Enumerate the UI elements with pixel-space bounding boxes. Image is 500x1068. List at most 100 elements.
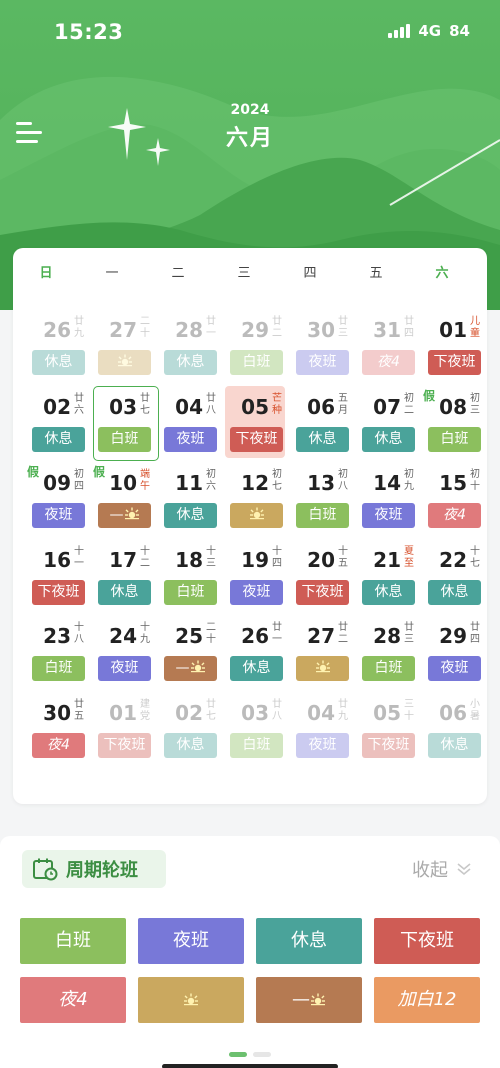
calendar-day-cell[interactable]: 13 初八 白班 [283,463,349,539]
lunar-date: 建党 [140,698,150,722]
shift-badge: 下夜班 [32,579,85,605]
calendar-day-cell[interactable]: 02 廿七 休息 [151,693,217,769]
shift-panel: 周期轮班 收起 白班 夜班 休息 下夜班夜4 — 加白12 [0,836,500,1068]
collapse-label: 收起 [412,860,448,881]
day-number: 12 [241,471,269,495]
calendar-day-cell[interactable]: 04 廿八 夜班 [151,387,217,463]
calendar-day-cell[interactable]: 02 廿六 休息 [19,387,85,463]
calendar-day-cell[interactable]: 01 儿童 下夜班 [415,310,481,386]
lunar-date: 廿八 [272,698,282,722]
shift-badge: 下夜班 [296,579,349,605]
lunar-date: 小暑 [470,698,480,722]
shift-badge [296,656,349,681]
shift-button[interactable]: — [256,977,362,1023]
calendar-day-cell[interactable]: 15 初十 夜4 [415,463,481,539]
calendar-day-cell[interactable]: 03 廿八 白班 [217,693,283,769]
lunar-date: 芒种 [272,392,282,416]
battery-label: 84 [449,22,470,40]
calendar-day-cell[interactable]: 04 廿九 夜班 [283,693,349,769]
calendar-day-cell[interactable]: 30 廿三 夜班 [283,310,349,386]
calendar-day-cell[interactable]: 16 十一 下夜班 [19,540,85,616]
calendar-day-cell[interactable]: 03 廿七 白班 [85,385,159,463]
calendar-day-cell[interactable]: 11 初六 休息 [151,463,217,539]
weekday-label: 四 [303,266,317,281]
calendar-day-cell[interactable]: 17 十二 休息 [85,540,151,616]
calendar-day-cell[interactable]: 假 09 初四 夜班 [19,463,85,539]
calendar-day-cell[interactable]: 28 廿三 白班 [349,616,415,692]
weekday-label: 五 [369,266,383,281]
day-number: 31 [373,318,401,342]
lunar-date: 廿一 [272,622,282,645]
lunar-date: 初七 [272,469,282,492]
calendar-clock-icon [33,858,58,881]
calendar-day-cell[interactable]: 25 二十 — [151,616,217,692]
lunar-date: 十四 [272,545,282,569]
calendar-day-cell[interactable]: 24 十九 夜班 [85,616,151,692]
shift-button[interactable]: 加白12 [374,977,480,1023]
calendar-day-cell[interactable]: 14 初九 夜班 [349,463,415,539]
shift-badge: 白班 [296,503,349,528]
calendar-day-cell[interactable]: 26 廿九 休息 [19,310,85,386]
calendar-day-cell[interactable]: 假 10 端午 — [85,463,151,539]
calendar-day-cell[interactable]: 31 廿四 夜4 [349,310,415,386]
calendar-day-cell[interactable]: 20 十五 下夜班 [283,540,349,616]
shift-badge: — [98,503,151,528]
lunar-date: 廿二 [338,622,348,645]
calendar-day-cell[interactable]: 06 五月 休息 [283,387,349,463]
shift-button[interactable]: 白班 [20,918,126,964]
cycle-shift-button[interactable]: 周期轮班 [22,850,166,888]
calendar-day-cell[interactable]: 05 芒种 下夜班 [217,385,285,463]
shift-badge: 下夜班 [98,732,151,758]
month-title[interactable]: 六月 [0,120,500,152]
calendar-card: 日一二三四五六 26 廿九 休息 27 二十 28 廿一 休息 29 廿二 白班 30 廿三 夜班 31 廿四… [13,248,487,804]
day-number: 20 [307,547,335,572]
calendar-day-cell[interactable]: 21 夏至 休息 [349,540,415,616]
shift-badge: 休息 [164,732,217,758]
calendar-day-cell[interactable]: 26 廿一 休息 [217,616,283,692]
shift-badge: 夜班 [98,656,151,681]
lunar-date: 廿七 [206,698,216,722]
calendar-day-cell[interactable]: 05 三十 下夜班 [349,693,415,769]
status-time: 15:23 [54,20,124,44]
calendar-day-cell[interactable]: 18 十三 白班 [151,540,217,616]
collapse-button[interactable]: 收起 [412,856,472,882]
calendar-day-cell[interactable]: 29 廿四 夜班 [415,616,481,692]
lunar-date: 十一 [74,545,84,569]
calendar-day-cell[interactable]: 12 初七 [217,463,283,539]
page-indicator [229,1052,271,1057]
lunar-date: 廿二 [272,316,282,339]
page-dot[interactable] [253,1052,271,1057]
calendar-day-cell[interactable]: 30 廿五 夜4 [19,693,85,769]
calendar-day-cell[interactable]: 19 十四 夜班 [217,540,283,616]
day-number: 17 [109,547,137,572]
calendar-day-cell[interactable]: 29 廿二 白班 [217,310,283,386]
shift-button[interactable]: 夜4 [20,977,126,1023]
calendar-day-cell[interactable]: 23 十八 白班 [19,616,85,692]
shift-button[interactable] [138,977,244,1023]
calendar-day-cell[interactable]: 27 二十 [85,310,151,386]
calendar-day-cell[interactable]: 01 建党 下夜班 [85,693,151,769]
shift-badge: 夜班 [296,350,349,375]
day-number: 05 [241,394,269,419]
calendar-day-cell[interactable]: 06 小暑 休息 [415,693,481,769]
day-number: 05 [373,700,401,725]
calendar-day-cell[interactable]: 22 十七 休息 [415,540,481,616]
lunar-date: 初四 [74,469,84,492]
page-dot-active[interactable] [229,1052,247,1057]
day-number: 10 [109,471,137,495]
calendar-week-row: 23 十八 白班 24 十九 夜班 25 二十 —26 廿一 休息 27 廿二 28 廿三 白班 29 廿四 夜班 [19,616,487,693]
lunar-date: 端午 [140,469,150,492]
day-number: 28 [373,624,401,648]
shift-badge: 休息 [362,579,415,605]
calendar-day-cell[interactable]: 07 初二 休息 [349,387,415,463]
calendar-day-cell[interactable]: 假 08 初三 白班 [415,387,481,463]
shift-badge: 休息 [32,350,85,375]
shift-button[interactable]: 休息 [256,918,362,964]
shift-button[interactable]: 夜班 [138,918,244,964]
shift-button[interactable]: 下夜班 [374,918,480,964]
shift-badge: 白班 [428,426,481,452]
shift-badge: 夜班 [296,732,349,758]
calendar-day-cell[interactable]: 28 廿一 休息 [151,310,217,386]
calendar-day-cell[interactable]: 27 廿二 [283,616,349,692]
lunar-date: 三十 [404,698,414,722]
